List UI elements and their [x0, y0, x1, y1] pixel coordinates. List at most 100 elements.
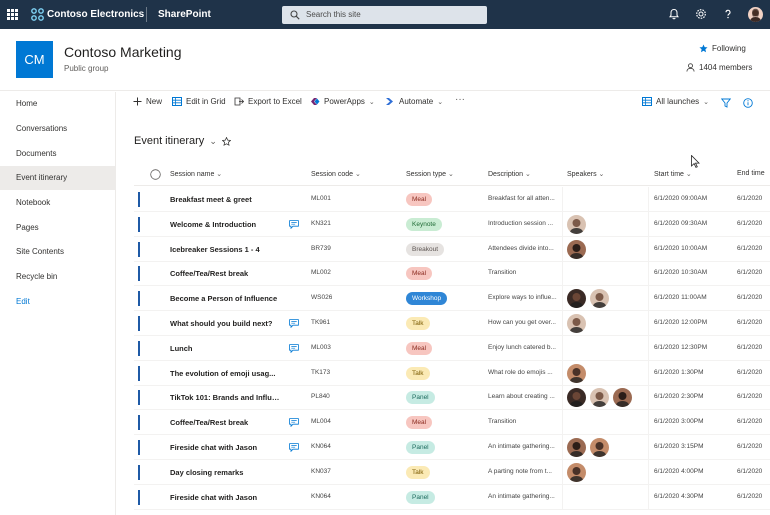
nav-item-recycle-bin[interactable]: Recycle bin	[0, 265, 116, 289]
column-divider	[648, 435, 649, 460]
edit-in-grid-button[interactable]: Edit in Grid	[172, 97, 226, 106]
comment-icon[interactable]	[289, 219, 299, 229]
session-name-cell[interactable]: Day closing remarks	[170, 468, 282, 477]
speaker-avatar[interactable]	[567, 462, 586, 482]
speaker-avatar[interactable]	[567, 214, 586, 234]
gear-icon[interactable]	[695, 8, 707, 20]
session-name-cell[interactable]: Coffee/Tea/Rest break	[170, 269, 282, 278]
powerapps-button[interactable]: PowerApps ⌄	[310, 97, 375, 106]
column-header-session-code[interactable]: Session code ⌄	[311, 170, 361, 178]
column-header-label: End time	[737, 170, 765, 177]
session-code-cell: KN064	[311, 492, 331, 500]
speaker-avatar[interactable]	[567, 438, 586, 457]
table-row[interactable]: Welcome & Introduction KN321 Keynote Introd…	[134, 211, 770, 237]
speaker-avatar[interactable]	[590, 388, 609, 408]
nav-item-documents[interactable]: Documents	[0, 142, 116, 166]
brand-name[interactable]: Contoso Electronics	[47, 9, 144, 20]
column-header-label: Speakers	[567, 171, 597, 178]
nav-item-site-contents[interactable]: Site Contents	[0, 240, 116, 264]
info-icon[interactable]	[743, 98, 753, 108]
export-to-excel-button[interactable]: Export to Excel	[234, 97, 302, 106]
following-button[interactable]: Following	[699, 44, 746, 53]
session-name-cell[interactable]: Welcome & Introduction	[170, 220, 282, 229]
members-button[interactable]: 1404 members	[686, 63, 752, 72]
session-name-cell[interactable]: The evolution of emoji usag...	[170, 369, 282, 378]
table-row[interactable]: Icebreaker Sessions 1 - 4 BR739 Breakout At…	[134, 236, 770, 262]
table-row[interactable]: What should you build next? TK961 Talk How …	[134, 311, 770, 336]
comment-icon[interactable]	[289, 343, 299, 353]
speaker-avatar[interactable]	[567, 388, 586, 408]
search-placeholder: Search this site	[306, 10, 361, 19]
table-row[interactable]: Day closing remarks KN037 Talk A parting no…	[134, 459, 770, 485]
nav-item-home[interactable]: Home	[0, 92, 116, 116]
session-name-cell[interactable]: Coffee/Tea/Rest break	[170, 418, 282, 427]
comment-icon[interactable]	[289, 319, 299, 328]
automate-button[interactable]: Automate ⌄	[385, 97, 443, 106]
speaker-avatar[interactable]	[567, 363, 586, 383]
end-time-cell: 6/1/2020	[737, 467, 763, 475]
nav-item-notebook[interactable]: Notebook	[0, 191, 116, 215]
user-avatar[interactable]	[748, 7, 763, 22]
nav-item-edit[interactable]: Edit	[0, 290, 116, 314]
session-name-cell[interactable]: Breakfast meet & greet	[170, 195, 282, 204]
chevron-down-icon: ⌄	[703, 98, 710, 106]
column-header-speakers[interactable]: Speakers ⌄	[567, 170, 604, 178]
start-time-cell: 6/1/2020 09:30AM	[654, 219, 708, 227]
column-header-start-time[interactable]: Start time ⌄	[654, 170, 692, 178]
view-selector[interactable]: All launches ⌄	[642, 97, 709, 106]
nav-item-pages[interactable]: Pages	[0, 216, 116, 240]
column-header-session-name[interactable]: Session name ⌄	[170, 170, 222, 178]
help-icon[interactable]	[722, 8, 734, 20]
table-row[interactable]: Fireside chat with Jason KN064 Panel An int…	[134, 484, 770, 510]
table-row[interactable]: The evolution of emoji usag... TK173 Talk W…	[134, 360, 770, 386]
nav-item-conversations[interactable]: Conversations	[0, 117, 116, 141]
speaker-avatar[interactable]	[590, 438, 609, 457]
session-name-cell[interactable]: Fireside chat with Jason	[170, 493, 282, 502]
nav-item-event-itinerary[interactable]: Event itinerary	[0, 166, 116, 190]
new-button[interactable]: New	[133, 97, 162, 106]
comment-icon[interactable]	[289, 443, 299, 452]
app-launcher-icon[interactable]	[7, 9, 18, 20]
session-name-cell[interactable]: Fireside chat with Jason	[170, 443, 282, 452]
bell-icon[interactable]	[668, 8, 680, 20]
select-all-checkbox[interactable]	[150, 169, 161, 180]
star-outline-icon[interactable]	[221, 136, 231, 146]
speaker-avatar[interactable]	[567, 289, 586, 309]
chevron-down-icon[interactable]: ⌄	[209, 136, 217, 147]
list-title[interactable]: Event itinerary ⌄	[134, 135, 231, 147]
table-row[interactable]: Lunch ML003 Meal Enjoy lunch catered b... 6/…	[134, 335, 770, 361]
list-title-text: Event itinerary	[134, 135, 205, 147]
table-row[interactable]: Become a Person of Influence WS026 Worksho…	[134, 286, 770, 312]
speaker-avatar[interactable]	[613, 388, 632, 408]
site-title[interactable]: Contoso Marketing	[64, 44, 182, 60]
app-name[interactable]: SharePoint	[158, 9, 211, 20]
table-row[interactable]: TikTok 101: Brands and Influe... PL840 Pan…	[134, 385, 770, 411]
session-name-cell[interactable]: TikTok 101: Brands and Influe...	[170, 393, 282, 402]
start-time-cell: 6/1/2020 2:30PM	[654, 393, 704, 401]
table-row[interactable]: Fireside chat with Jason KN064 Panel An int…	[134, 435, 770, 460]
comment-icon[interactable]	[289, 418, 299, 428]
search-input[interactable]: Search this site	[282, 6, 487, 24]
session-name-cell[interactable]: Become a Person of Influence	[170, 294, 282, 303]
description-cell: How can you get over...	[488, 319, 556, 326]
grid-icon	[172, 97, 182, 106]
table-row[interactable]: Coffee/Tea/Rest break ML004 Meal Transition…	[134, 410, 770, 436]
speaker-avatar[interactable]	[590, 289, 609, 309]
session-name-cell[interactable]: Lunch	[170, 344, 282, 353]
session-name-cell[interactable]: Icebreaker Sessions 1 - 4	[170, 245, 282, 254]
table-row[interactable]: Breakfast meet & greet ML001 Meal Breakfast…	[134, 187, 770, 212]
column-header-end-time[interactable]: End time	[737, 170, 765, 177]
session-name-cell[interactable]: What should you build next?	[170, 319, 282, 328]
site-logo[interactable]: CM	[16, 41, 53, 78]
more-icon[interactable]: ···	[455, 94, 465, 105]
speaker-avatar[interactable]	[567, 314, 586, 333]
column-header-session-type[interactable]: Session type ⌄	[406, 170, 454, 178]
star-filled-icon	[699, 44, 708, 53]
filter-icon[interactable]	[721, 98, 731, 108]
speaker-avatar[interactable]	[567, 239, 586, 259]
table-row[interactable]: Coffee/Tea/Rest break ML002 Meal Transition…	[134, 261, 770, 287]
session-code-cell: ML002	[311, 269, 331, 277]
column-header-label: Session type	[406, 171, 447, 178]
column-header-description[interactable]: Description ⌄	[488, 170, 531, 178]
column-header-label: Session name	[170, 171, 215, 178]
